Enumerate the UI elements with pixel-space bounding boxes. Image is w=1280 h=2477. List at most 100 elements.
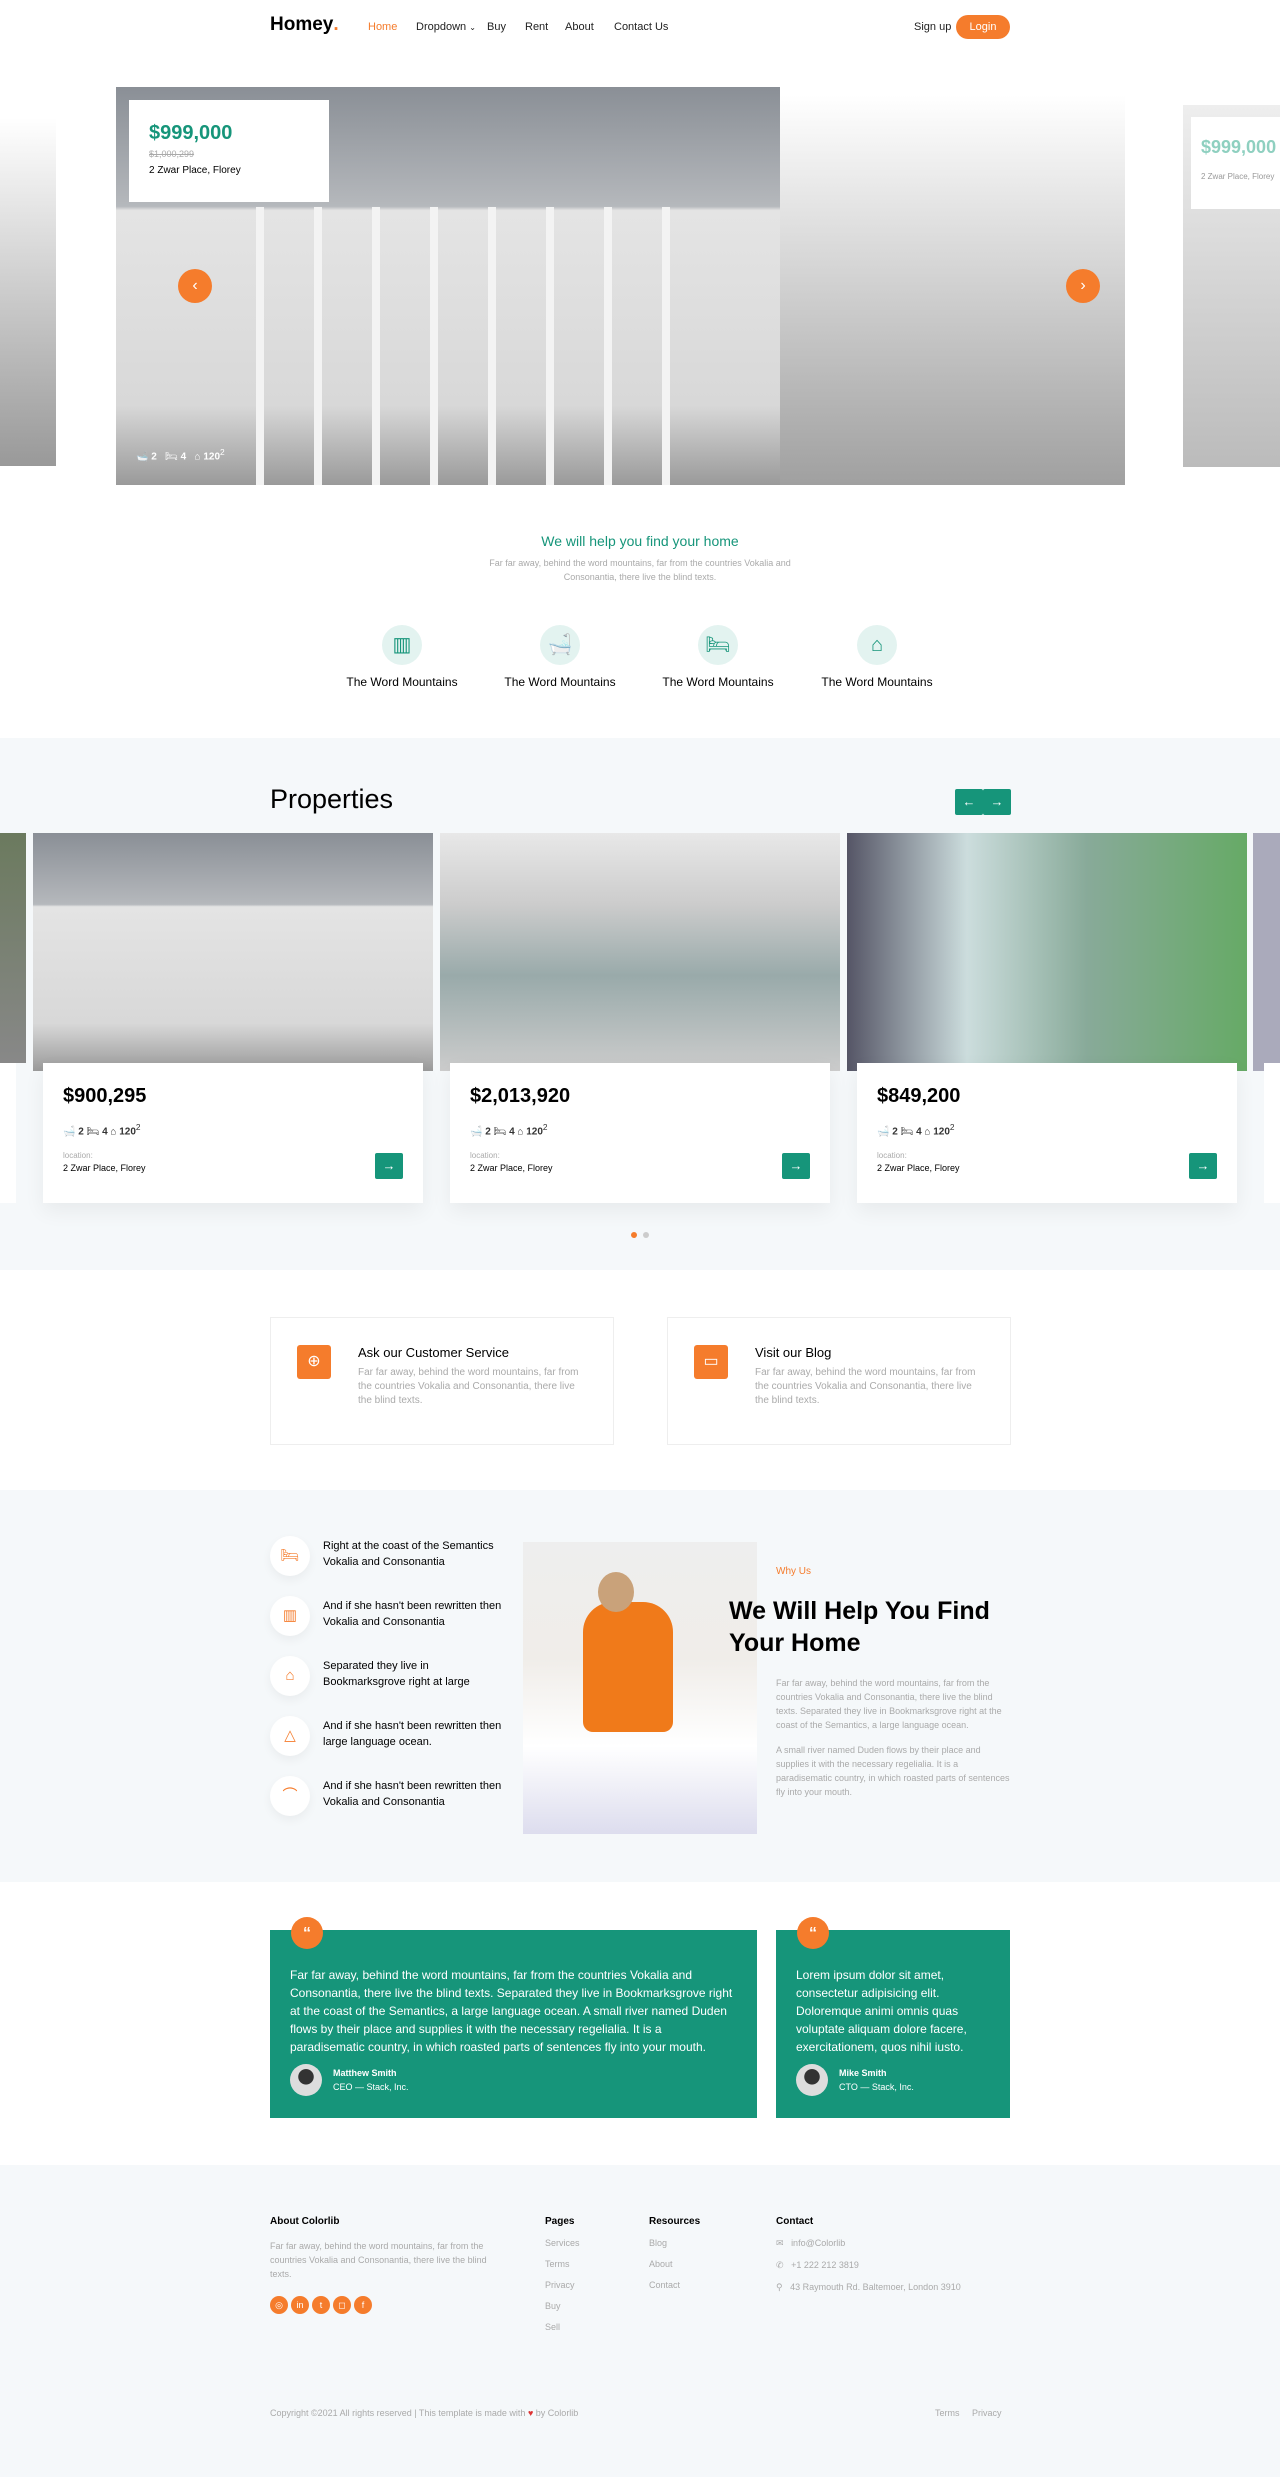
footer-heading: Pages [545, 2216, 575, 2227]
avatar [290, 2064, 322, 2096]
prev-slide-peek [0, 118, 56, 466]
property-address: 2 Zwar Place, Florey [63, 1163, 146, 1174]
property-card-peek [0, 1063, 16, 1203]
why-item: △ And if she hasn't been rewritten then l… [270, 1716, 510, 1761]
building-icon: ▥ [382, 625, 422, 665]
service-card[interactable]: ▭ Visit our Blog Far far away, behind th… [667, 1317, 1011, 1445]
nav-contact[interactable]: Contact Us [614, 21, 668, 33]
feature-item: 🛁 The Word Mountains [490, 625, 630, 689]
footer-link[interactable]: Sell [545, 2322, 580, 2332]
facebook-icon[interactable]: f [354, 2296, 372, 2314]
property-image[interactable] [33, 833, 433, 1071]
hero-price: $999,000 [149, 122, 233, 144]
why-item: 🛏 Right at the coast of the Semantics Vok… [270, 1536, 510, 1581]
property-card: $900,295 🛁 2 🛏 4 ⌂ 1202 location: 2 Zwar… [43, 1063, 423, 1203]
feature-item: 🛏 The Word Mountains [648, 625, 788, 689]
testimonial-text: Far far away, behind the word mountains,… [290, 1968, 733, 2054]
footer-link[interactable]: Services [545, 2238, 580, 2248]
envelope-icon: ✉ [776, 2238, 784, 2248]
why-text: A small river named Duden flows by their… [776, 1745, 1010, 1797]
author-role: CTO — Stack, Inc. [839, 2082, 914, 2092]
arrow-right-icon: → [990, 794, 1004, 809]
house-area-icon: ⌂ [857, 625, 897, 665]
hero-price-box: $999,000 $1,000,299 2 Zwar Place, Florey [129, 100, 329, 202]
property-image[interactable] [847, 833, 1247, 1071]
peek-price: $999,000 [1201, 137, 1277, 157]
property-image[interactable] [440, 833, 840, 1071]
contact-email[interactable]: info@Colorlib [791, 2238, 845, 2248]
carousel-dot-active[interactable] [631, 1232, 637, 1238]
instagram-icon[interactable]: ◻ [333, 2296, 351, 2314]
login-button[interactable]: Login [956, 15, 1010, 39]
feature-item: ⌂ The Word Mountains [807, 625, 947, 689]
testimonial-card: Lorem ipsum dolor sit amet, consectetur … [776, 1930, 1010, 2118]
property-price: $900,295 [63, 1085, 147, 1107]
feature-item: ▥ The Word Mountains [332, 625, 472, 689]
nav-about[interactable]: About [565, 21, 594, 33]
nav-dropdown[interactable]: Dropdown ⌄ [416, 21, 476, 33]
property-meta: 🛁 2 🛏 4 ⌂ 1202 [470, 1122, 548, 1138]
nav-home[interactable]: Home [368, 21, 397, 33]
hero-meta: 🛁 2 🛏 4 ⌂ 1202 [136, 447, 225, 463]
bed-icon: 🛏 [493, 1126, 507, 1138]
linkedin-icon[interactable]: in [291, 2296, 309, 2314]
property-open-button[interactable]: → [782, 1153, 810, 1179]
next-slide-peek: $999,000 2 Zwar Place, Florey [1183, 105, 1280, 467]
heart-icon: ♥ [527, 2408, 534, 2418]
arrow-right-icon: → [1196, 1158, 1210, 1173]
footer-link[interactable]: Buy [545, 2301, 580, 2311]
footer-link[interactable]: Contact [649, 2280, 700, 2290]
service-text: Far far away, behind the word mountains,… [755, 1367, 976, 1406]
author-name: Mike Smith [839, 2068, 887, 2078]
bed-icon: 🛏 [270, 1536, 310, 1576]
help-text: Far far away, behind the word mountains,… [489, 558, 791, 582]
building-icon: ▥ [270, 1596, 310, 1636]
bathtub-icon: 🛁 [877, 1126, 890, 1138]
service-title: Visit our Blog [755, 1345, 832, 1360]
hero-next-button[interactable]: › [1066, 269, 1100, 303]
footer-privacy-link[interactable]: Privacy [972, 2408, 1002, 2418]
arrow-right-icon: → [382, 1158, 396, 1173]
footer-link[interactable]: Terms [545, 2259, 580, 2269]
author-role: CEO — Stack, Inc. [333, 2082, 409, 2092]
area-icon: ⌂ [194, 451, 201, 463]
property-open-button[interactable]: → [1189, 1153, 1217, 1179]
why-image [523, 1542, 757, 1834]
footer-link[interactable]: Privacy [545, 2280, 580, 2290]
garage-car-icon: ⌂ [270, 1656, 310, 1696]
nav-buy[interactable]: Buy [487, 21, 506, 33]
properties-prev-button[interactable]: ← [955, 789, 983, 815]
phone-icon: ✆ [776, 2260, 784, 2270]
logo[interactable]: Homey. [270, 14, 339, 36]
area-icon: ⌂ [924, 1126, 931, 1138]
contact-phone: +1 222 212 3819 [791, 2260, 859, 2270]
arrow-right-icon: → [789, 1158, 803, 1173]
map-pin-icon: △ [270, 1716, 310, 1756]
testimonial-text: Lorem ipsum dolor sit amet, consectetur … [796, 1968, 967, 2054]
properties-next-button[interactable]: → [983, 789, 1011, 815]
footer-about-text: Far far away, behind the word mountains,… [270, 2241, 487, 2279]
footer-terms-link[interactable]: Terms [935, 2408, 960, 2418]
bed-icon: 🛏 [165, 451, 178, 463]
map-pin-icon: ⚲ [776, 2282, 783, 2292]
property-open-button[interactable]: → [375, 1153, 403, 1179]
footer-link[interactable]: Blog [649, 2238, 700, 2248]
footer-link[interactable]: About [649, 2259, 700, 2269]
twitter-icon[interactable]: t [312, 2296, 330, 2314]
dribbble-icon[interactable]: ◎ [270, 2296, 288, 2314]
nav-rent[interactable]: Rent [525, 21, 548, 33]
bathtub-icon: 🛁 [63, 1126, 76, 1138]
why-eyebrow: Why Us [776, 1566, 811, 1577]
footer: About Colorlib Far far away, behind the … [0, 2165, 1280, 2477]
colorlib-link[interactable]: by Colorlib [536, 2408, 579, 2418]
service-text: Far far away, behind the word mountains,… [358, 1367, 579, 1406]
help-title: We will help you find your home [541, 533, 739, 549]
hero-address: 2 Zwar Place, Florey [149, 165, 241, 176]
carousel-dot[interactable] [643, 1232, 649, 1238]
property-price: $849,200 [877, 1085, 961, 1107]
signup-link[interactable]: Sign up [914, 21, 951, 33]
hero-old-price: $1,000,299 [149, 149, 195, 159]
service-card[interactable]: ⊕ Ask our Customer Service Far far away,… [270, 1317, 614, 1445]
hero-prev-button[interactable]: ‹ [178, 269, 212, 303]
chevron-left-icon: ‹ [192, 277, 198, 294]
